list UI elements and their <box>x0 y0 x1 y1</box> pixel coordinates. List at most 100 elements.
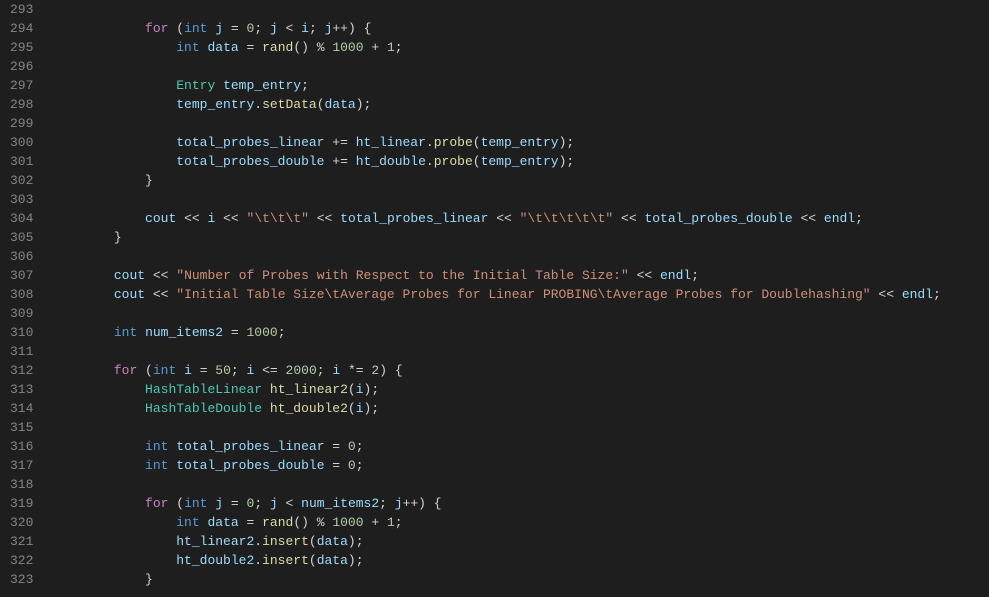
code-token: () % <box>293 40 332 55</box>
code-line[interactable]: ht_linear2.insert(data); <box>51 532 989 551</box>
code-token: () % <box>293 515 332 530</box>
line-number: 300 <box>10 133 33 152</box>
code-line[interactable]: total_probes_linear += ht_linear.probe(t… <box>51 133 989 152</box>
code-token: ( <box>473 135 481 150</box>
code-token <box>83 135 177 150</box>
code-token: ; <box>379 496 395 511</box>
code-line[interactable]: for (int j = 0; j < i; j++) { <box>51 19 989 38</box>
code-token: ; <box>395 515 403 530</box>
code-token: ); <box>348 534 364 549</box>
code-line[interactable]: int total_probes_double = 0; <box>51 456 989 475</box>
line-number: 297 <box>10 76 33 95</box>
code-line[interactable]: } <box>51 228 989 247</box>
code-line[interactable]: HashTableLinear ht_linear2(i); <box>51 380 989 399</box>
code-token: int <box>176 515 199 530</box>
code-token: = <box>239 515 262 530</box>
code-line[interactable]: temp_entry.setData(data); <box>51 95 989 114</box>
code-token <box>215 78 223 93</box>
code-token: j <box>270 21 278 36</box>
code-line[interactable] <box>51 475 989 494</box>
code-token: "\t\t\t\t\t" <box>520 211 614 226</box>
code-token: ++) { <box>403 496 442 511</box>
code-line[interactable] <box>51 342 989 361</box>
code-token: int <box>184 496 207 511</box>
code-line[interactable]: ht_double2.insert(data); <box>51 551 989 570</box>
code-line[interactable] <box>51 114 989 133</box>
code-token: 2000 <box>286 363 317 378</box>
code-line[interactable]: int data = rand() % 1000 + 1; <box>51 38 989 57</box>
code-token: j <box>215 21 223 36</box>
line-number: 319 <box>10 494 33 513</box>
code-token: endl <box>660 268 691 283</box>
code-token: ; <box>395 40 403 55</box>
code-line[interactable]: total_probes_double += ht_double.probe(t… <box>51 152 989 171</box>
line-number: 306 <box>10 247 33 266</box>
code-line[interactable]: int total_probes_linear = 0; <box>51 437 989 456</box>
code-token: + <box>364 515 387 530</box>
code-token: ; <box>855 211 863 226</box>
code-token: for <box>145 21 168 36</box>
code-line[interactable] <box>51 247 989 266</box>
code-token: ; <box>356 458 364 473</box>
code-line[interactable] <box>51 304 989 323</box>
code-line[interactable]: cout << "Initial Table Size\tAverage Pro… <box>51 285 989 304</box>
code-token: } <box>83 572 153 587</box>
code-line[interactable] <box>51 0 989 19</box>
code-token: num_items2 <box>301 496 379 511</box>
code-token: = <box>223 496 246 511</box>
code-token: total_probes_double <box>176 458 324 473</box>
line-number: 317 <box>10 456 33 475</box>
code-token <box>83 515 177 530</box>
code-token: data <box>317 534 348 549</box>
code-token: << <box>309 211 340 226</box>
code-line[interactable]: Entry temp_entry; <box>51 76 989 95</box>
code-token: < <box>278 496 301 511</box>
line-number: 301 <box>10 152 33 171</box>
code-editor[interactable]: 2932942952962972982993003013023033043053… <box>0 0 989 597</box>
code-token <box>83 553 177 568</box>
code-line[interactable]: int data = rand() % 1000 + 1; <box>51 513 989 532</box>
code-token <box>83 439 145 454</box>
code-token: j <box>270 496 278 511</box>
code-token: probe <box>434 154 473 169</box>
code-line[interactable]: for (int i = 50; i <= 2000; i *= 2) { <box>51 361 989 380</box>
line-number: 304 <box>10 209 33 228</box>
code-token: ( <box>473 154 481 169</box>
code-line[interactable]: } <box>51 570 989 589</box>
code-content[interactable]: for (int j = 0; j < i; j++) { int data =… <box>51 0 989 597</box>
code-token: ; <box>933 287 941 302</box>
code-token: data <box>317 553 348 568</box>
code-token: ; <box>356 439 364 454</box>
code-line[interactable] <box>51 190 989 209</box>
code-token: int <box>176 40 199 55</box>
code-line[interactable]: cout << i << "\t\t\t" << total_probes_li… <box>51 209 989 228</box>
code-token: for <box>114 363 137 378</box>
code-line[interactable]: cout << "Number of Probes with Respect t… <box>51 266 989 285</box>
code-line[interactable]: HashTableDouble ht_double2(i); <box>51 399 989 418</box>
code-token: 1 <box>387 40 395 55</box>
code-line[interactable]: for (int j = 0; j < num_items2; j++) { <box>51 494 989 513</box>
code-line[interactable]: int num_items2 = 1000; <box>51 323 989 342</box>
code-token: } <box>83 230 122 245</box>
code-line[interactable] <box>51 418 989 437</box>
code-token: HashTableLinear <box>145 382 262 397</box>
code-token: = <box>192 363 215 378</box>
code-token: ht_double2 <box>270 401 348 416</box>
code-token: += <box>324 154 355 169</box>
code-token: ( <box>168 21 184 36</box>
code-token: << <box>793 211 824 226</box>
code-token: i <box>356 401 364 416</box>
code-token: ( <box>168 496 184 511</box>
code-token: for <box>145 496 168 511</box>
code-token: 0 <box>348 439 356 454</box>
code-token: ; <box>301 78 309 93</box>
code-line[interactable]: } <box>51 171 989 190</box>
code-token: 50 <box>215 363 231 378</box>
code-token: ; <box>231 363 247 378</box>
code-token: ; <box>691 268 699 283</box>
code-token: total_probes_double <box>644 211 792 226</box>
code-line[interactable] <box>51 57 989 76</box>
code-token: insert <box>262 553 309 568</box>
code-token <box>83 268 114 283</box>
line-number: 309 <box>10 304 33 323</box>
